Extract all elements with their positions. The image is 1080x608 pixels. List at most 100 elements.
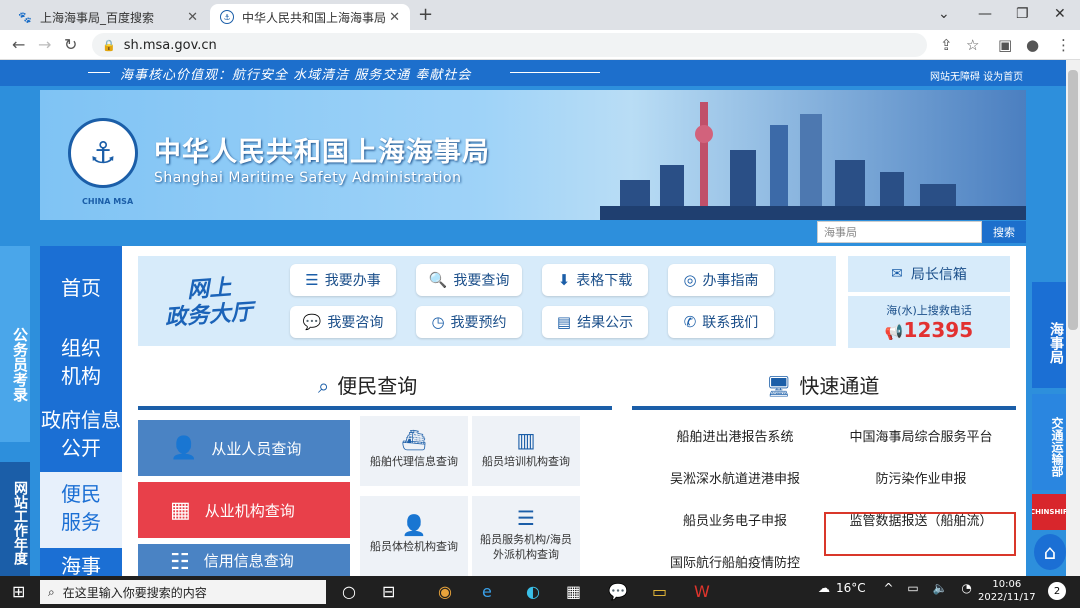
fast-link[interactable]: 中国海事局综合服务平台 bbox=[826, 426, 1016, 445]
fast-link[interactable]: 监管数据报送（船舶流） bbox=[826, 510, 1016, 529]
ship-icon: ⛴ bbox=[401, 428, 427, 452]
tab-baidu-search[interactable]: 🐾 上海海事局_百度搜索 ✕ bbox=[8, 4, 208, 30]
tab-label: 上海海事局_百度搜索 bbox=[40, 10, 155, 25]
minimize-icon[interactable]: — bbox=[978, 6, 992, 22]
person-icon: 👤 bbox=[170, 435, 198, 461]
crew-service-query-tile[interactable]: ☰ 船员服务机构/海员外派机构查询 bbox=[472, 496, 580, 576]
training-query-tile[interactable]: ▥ 船员培训机构查询 bbox=[472, 416, 580, 486]
document-icon: ▤ bbox=[556, 313, 572, 331]
medical-query-tile[interactable]: 👤 船员体检机构查询 bbox=[360, 496, 468, 576]
hall-button-download[interactable]: ⬇ 表格下载 bbox=[542, 264, 648, 296]
volume-icon[interactable]: 🔈 bbox=[933, 581, 948, 595]
monitor-icon: 🖥 bbox=[766, 374, 792, 398]
notification-badge[interactable]: 2 bbox=[1048, 582, 1066, 600]
institution-query-button[interactable]: ▦ 从业机构查询 bbox=[138, 482, 350, 538]
browser-icon[interactable]: ◐ bbox=[526, 582, 540, 601]
profile-icon[interactable]: ● bbox=[1026, 36, 1039, 54]
scrollbar-thumb[interactable] bbox=[1068, 70, 1078, 330]
close-icon[interactable]: ✕ bbox=[187, 10, 198, 25]
url-field[interactable]: 🔒 sh.msa.gov.cn bbox=[92, 33, 927, 57]
agency-query-tile[interactable]: ⛴ 船舶代理信息查询 bbox=[360, 416, 468, 486]
close-icon[interactable]: ✕ bbox=[389, 10, 400, 25]
divider bbox=[510, 72, 600, 73]
tab-msa[interactable]: ⚓ 中华人民共和国上海海事局 ✕ bbox=[210, 4, 410, 30]
logo-text: CHINA MSA bbox=[82, 197, 134, 206]
hall-button-results[interactable]: ▤ 结果公示 bbox=[542, 306, 648, 338]
edge-icon[interactable]: e bbox=[482, 582, 492, 601]
fast-link[interactable]: 国际航行船舶疫情防控 bbox=[640, 552, 830, 571]
search-icon: ⌕ bbox=[48, 584, 55, 599]
person-icon: 👤 bbox=[401, 513, 427, 537]
fast-link-highlighted[interactable]: 防污染作业申报 bbox=[826, 468, 1016, 487]
taskbar-search[interactable]: ⌕ 在这里输入你要搜索的内容 bbox=[40, 580, 326, 604]
nav-maritime[interactable]: 海事 bbox=[40, 552, 122, 576]
menu-icon[interactable]: ⋮ bbox=[1056, 36, 1071, 54]
fast-link[interactable]: 船员业务电子申报 bbox=[640, 510, 830, 529]
hall-button-guide[interactable]: ◎ 办事指南 bbox=[668, 264, 774, 296]
hall-button-consult[interactable]: 💬 我要咨询 bbox=[290, 306, 396, 338]
mail-icon: ✉ bbox=[891, 266, 903, 282]
search-icon: 🔍 bbox=[428, 271, 448, 289]
windows-start-icon[interactable]: ⊞ bbox=[12, 582, 25, 601]
fast-link[interactable]: 吴淞深水航道进港申报 bbox=[640, 468, 830, 487]
file-explorer-icon[interactable]: ▭ bbox=[652, 582, 667, 601]
close-window-icon[interactable]: ✕ bbox=[1054, 6, 1066, 22]
store-icon[interactable]: ▦ bbox=[566, 582, 581, 601]
restore-icon[interactable]: ❐ bbox=[1016, 6, 1029, 22]
share-icon[interactable]: ⇪ bbox=[940, 36, 953, 54]
annual-report-link[interactable]: 网站工作年度 bbox=[0, 462, 30, 576]
fast-channel-title: 🖥 快速通道 bbox=[766, 374, 880, 398]
new-tab-button[interactable]: + bbox=[418, 4, 433, 25]
lock-icon: 🔒 bbox=[102, 38, 116, 52]
main-content: 网上 政务大厅 ☰ 我要办事 🔍 我要查询 ⬇ 表格下载 ◎ 办事指南 💬 我要咨询 ◷ 我… bbox=[122, 246, 1026, 576]
list-icon: ☰ bbox=[305, 271, 319, 289]
chinship-side-link[interactable]: CHINSHIP bbox=[1032, 494, 1066, 530]
phone-icon: ✆ bbox=[683, 313, 697, 331]
nav-organization[interactable]: 组织机构 bbox=[40, 334, 122, 390]
widgets-icon[interactable]: ⊟ bbox=[382, 582, 395, 601]
bookmark-star-icon[interactable]: ☆ bbox=[966, 36, 979, 54]
director-mailbox[interactable]: ✉ 局长信箱 bbox=[848, 256, 1010, 292]
nav-home[interactable]: 首页 bbox=[40, 274, 122, 302]
nav-services[interactable]: 便民服务 bbox=[40, 472, 122, 548]
side-panel-icon[interactable]: ▣ bbox=[998, 36, 1012, 54]
hall-button-appointment[interactable]: ◷ 我要预约 bbox=[416, 306, 522, 338]
skyline-image bbox=[600, 90, 1026, 220]
chevron-up-icon[interactable]: ^ bbox=[883, 581, 893, 595]
tab-label: 中华人民共和国上海海事局 bbox=[242, 10, 387, 25]
back-icon[interactable]: ← bbox=[12, 35, 25, 54]
wechat-icon[interactable]: 💬 bbox=[608, 582, 628, 601]
search-button[interactable]: 搜索 bbox=[982, 221, 1026, 243]
hotline-label: 海(水)上搜救电话 bbox=[886, 304, 972, 317]
wifi-icon[interactable]: ◔ bbox=[961, 581, 971, 595]
hall-button-handle[interactable]: ☰ 我要办事 bbox=[290, 264, 396, 296]
fast-link[interactable]: 船舶进出港报告系统 bbox=[640, 426, 830, 445]
credit-query-button[interactable]: ☷ 信用信息查询 bbox=[138, 544, 350, 576]
weather-icon: ☁ bbox=[818, 581, 830, 595]
chrome-icon[interactable]: ◉ bbox=[438, 582, 452, 601]
site-title-cn: 中华人民共和国上海海事局 bbox=[154, 137, 490, 168]
reload-icon[interactable]: ↻ bbox=[64, 35, 77, 54]
practitioner-query-button[interactable]: 👤 从业人员查询 bbox=[138, 420, 350, 476]
network-icon[interactable]: ▭ bbox=[907, 581, 918, 595]
accessibility-links[interactable]: 网站无障碍 设为首页 bbox=[930, 68, 1023, 83]
divider bbox=[632, 406, 1016, 410]
mot-side-link[interactable]: 交通运输部 bbox=[1032, 394, 1066, 490]
hall-button-query[interactable]: 🔍 我要查询 bbox=[416, 264, 522, 296]
home-icon[interactable]: ⌂ bbox=[1034, 534, 1066, 570]
divider bbox=[138, 406, 612, 410]
tab-search-icon[interactable]: ⌄ bbox=[938, 6, 950, 22]
nav-gov-info[interactable]: 政府信息公开 bbox=[40, 406, 122, 462]
msa-side-link[interactable]: 海事局 bbox=[1032, 282, 1066, 388]
task-view-icon[interactable]: ○ bbox=[342, 582, 356, 601]
weather-temp: 16°C bbox=[836, 581, 866, 595]
civil-service-exam-link[interactable]: 公务员考录 bbox=[0, 246, 30, 442]
search-input[interactable]: 海事局 bbox=[817, 221, 982, 243]
forward-icon[interactable]: → bbox=[38, 35, 51, 54]
wps-icon[interactable]: W bbox=[694, 582, 710, 601]
core-values-slogan: 海事核心价值观：航行安全 水域清洁 服务交通 奉献社会 bbox=[120, 68, 472, 83]
query-icon: ⌕ bbox=[318, 374, 330, 398]
left-nav: 首页 组织机构 政府信息公开 便民服务 海事 bbox=[40, 246, 122, 576]
hall-button-contact[interactable]: ✆ 联系我们 bbox=[668, 306, 774, 338]
clock[interactable]: 10:06 2022/11/17 bbox=[978, 578, 1036, 604]
